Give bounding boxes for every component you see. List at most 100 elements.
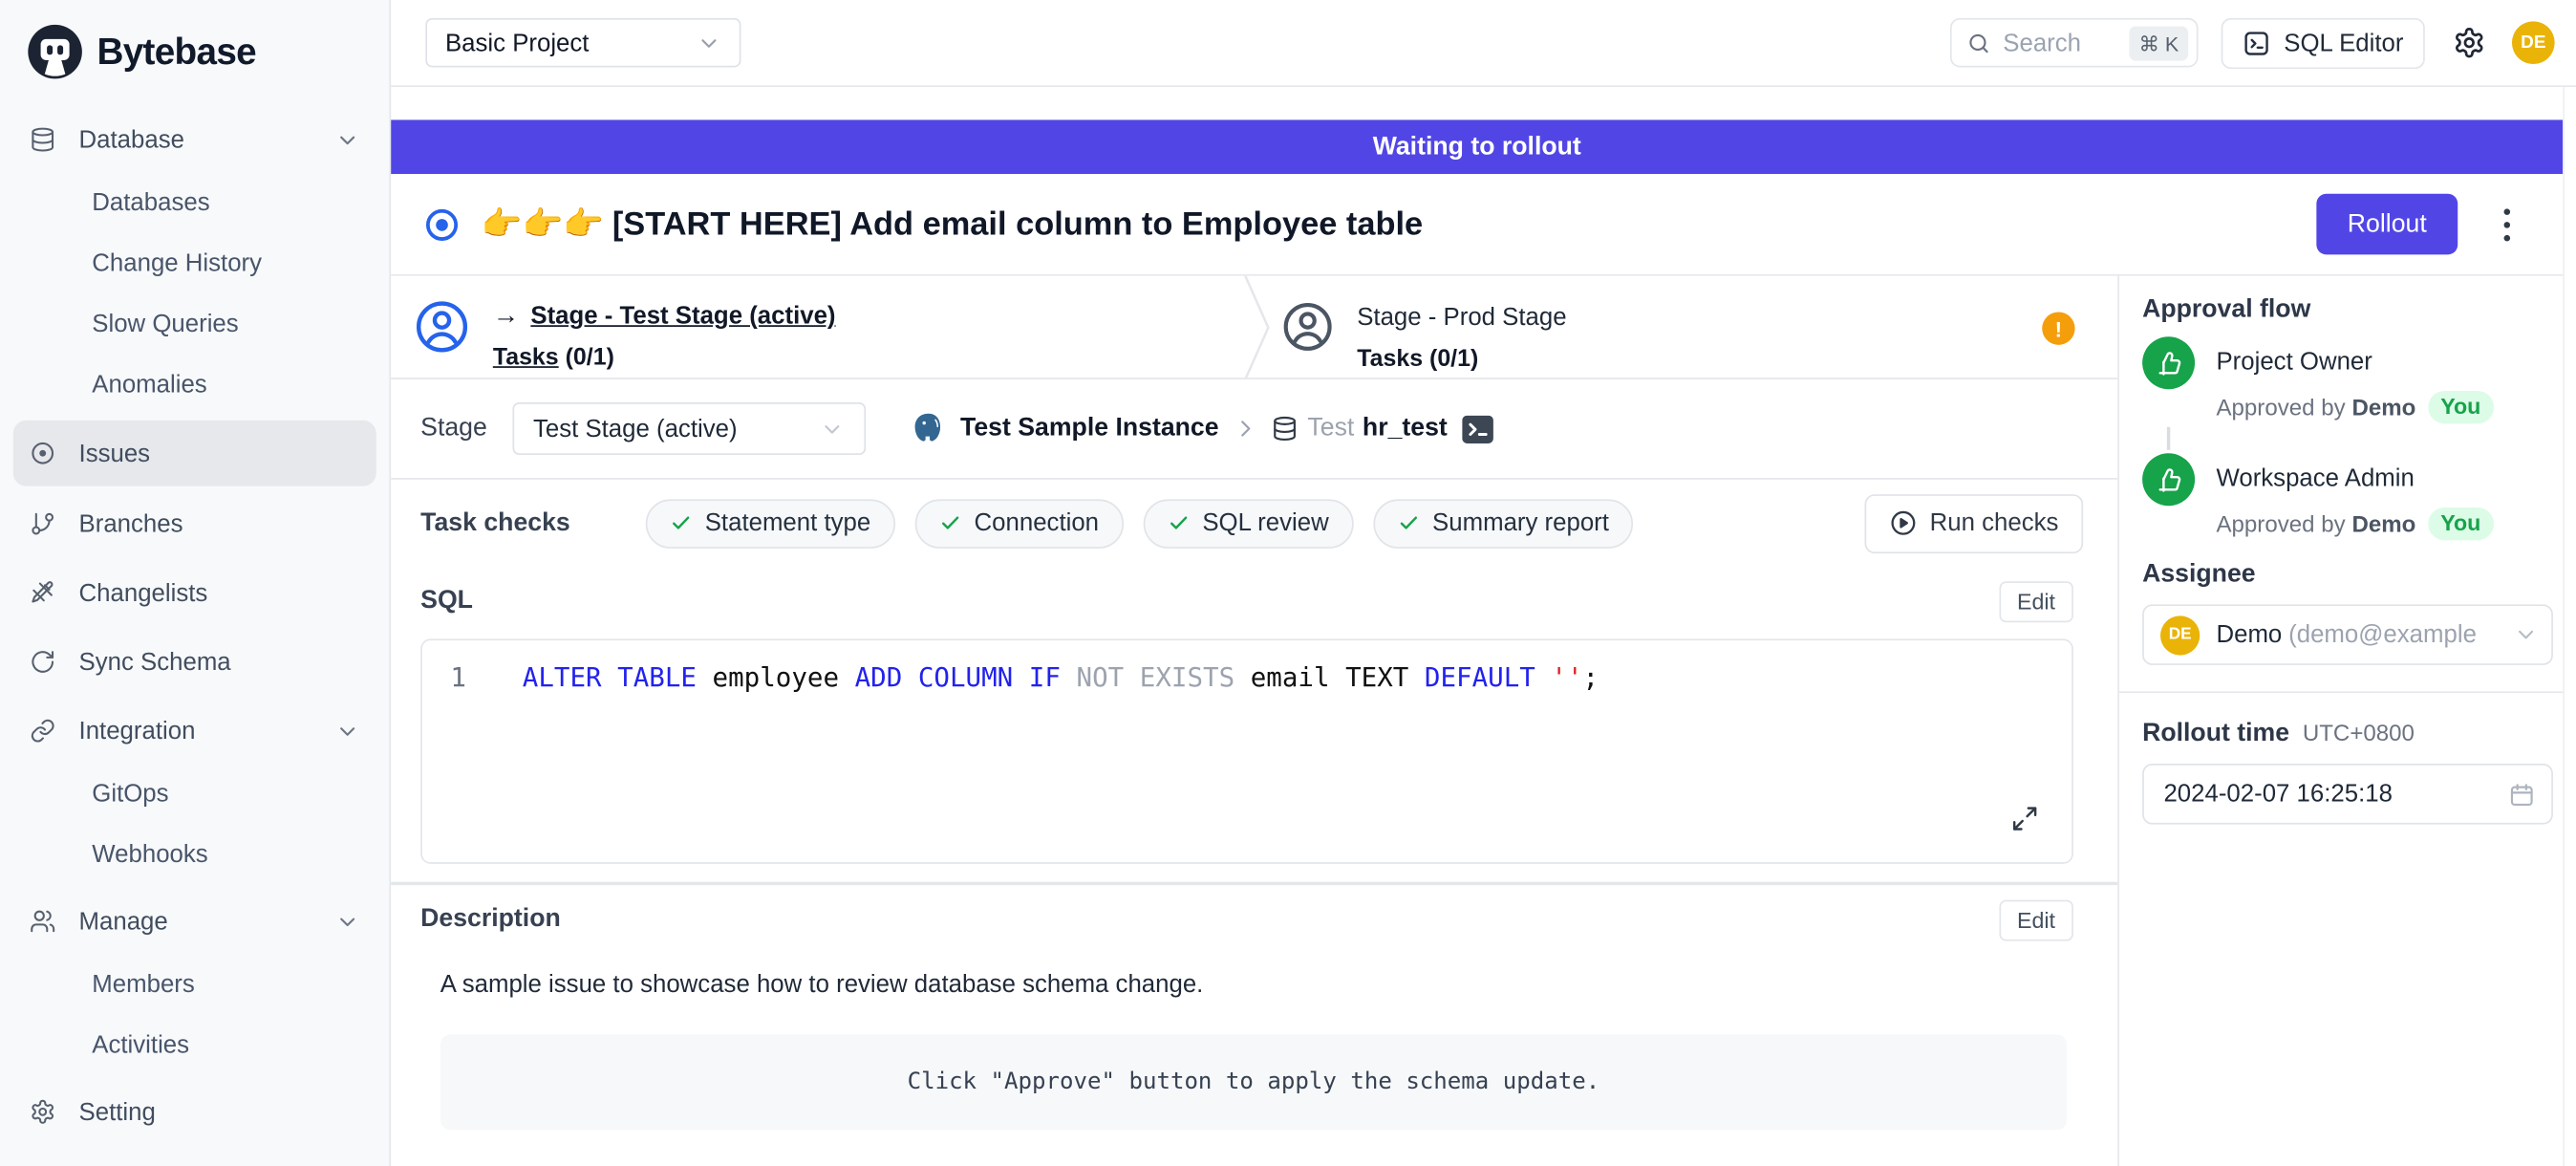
section-divider: [391, 882, 2117, 885]
chevron-down-icon: [335, 909, 360, 934]
chevron-down-icon: [819, 417, 844, 442]
you-badge: You: [2427, 507, 2494, 540]
sidebar-item-anomalies[interactable]: Anomalies: [13, 355, 376, 416]
sidebar-item-setting[interactable]: Setting: [13, 1079, 376, 1145]
gear-icon: [30, 1099, 56, 1125]
sidebar-item-label: Anomalies: [92, 371, 206, 399]
sql-heading: SQL: [420, 586, 473, 615]
circle-dot-icon: [30, 441, 56, 466]
status-banner: Waiting to rollout: [391, 119, 2563, 174]
description-edit-button[interactable]: Edit: [1999, 900, 2073, 941]
rollout-time-input[interactable]: 2024-02-07 16:25:18: [2142, 764, 2553, 825]
assignee-select[interactable]: DE Demo (demo@example: [2142, 604, 2553, 665]
issue-header: 👉👉👉[START HERE] Add email column to Empl…: [391, 174, 2563, 276]
issue-status-icon: [424, 206, 461, 243]
approval-flow-heading: Approval flow: [2142, 295, 2310, 325]
settings-gear-icon[interactable]: [2453, 26, 2485, 58]
database-name[interactable]: hr_test: [1363, 414, 1448, 443]
approval-status: Approved byDemoYou: [2216, 391, 2494, 423]
sidebar-item-databases[interactable]: Databases: [13, 172, 376, 233]
task-check-label: SQL review: [1202, 509, 1328, 537]
sidebar-item-webhooks[interactable]: Webhooks: [13, 825, 376, 886]
sidebar-item-integration[interactable]: Integration: [13, 698, 376, 764]
description-heading: Description: [420, 905, 561, 935]
instance-name[interactable]: Test Sample Instance: [960, 414, 1219, 443]
link-icon: [30, 718, 56, 744]
sidebar-item-sync-schema[interactable]: Sync Schema: [13, 629, 376, 695]
bytebase-logo-icon: [25, 21, 86, 82]
sidebar-item-branches[interactable]: Branches: [13, 491, 376, 557]
sql-editor-button[interactable]: SQL Editor: [2222, 17, 2425, 68]
issue-title: 👉👉👉[START HERE] Add email column to Empl…: [482, 204, 2317, 245]
scrollbar-gutter[interactable]: [2563, 87, 2576, 1166]
database-icon: [30, 126, 56, 152]
sidebar-item-label: GitOps: [92, 780, 168, 808]
sidebar-item-label: Webhooks: [92, 841, 207, 869]
panel-divider: [2119, 691, 2563, 693]
task-check-pill-sql-review[interactable]: SQL review: [1143, 499, 1353, 549]
task-check-label: Statement type: [705, 509, 870, 537]
sidebar-item-label: Sync Schema: [79, 648, 231, 676]
bytebase-app: Bytebase DatabaseDatabases Change History…: [0, 0, 2576, 1166]
git-branch-icon: [30, 510, 56, 536]
project-select[interactable]: Basic Project: [425, 18, 741, 68]
sidebar-item-changelists[interactable]: Changelists: [13, 560, 376, 626]
sidebar-item-change-history[interactable]: Change History: [13, 233, 376, 294]
user-avatar[interactable]: DE: [2512, 21, 2555, 64]
current-stage-arrow: →: [493, 300, 520, 333]
expand-icon[interactable]: [2011, 805, 2039, 832]
chevron-right-icon: [1234, 417, 1256, 440]
sql-edit-button[interactable]: Edit: [1999, 581, 2073, 622]
issue-sidebar: Approval flow Project Owner Approved byDe…: [2117, 276, 2563, 1166]
sidebar-item-slow-queries[interactable]: Slow Queries: [13, 294, 376, 356]
step-connector: [2167, 427, 2170, 450]
task-checks-row: Task checks Statement typeConnectionSQL …: [391, 478, 2117, 567]
stage-name: Stage - Prod Stage: [1357, 302, 1566, 335]
thumbs-up-icon: [2142, 336, 2195, 389]
sidebar-item-issues[interactable]: Issues: [13, 421, 376, 486]
approval-step-workspace-admin: Workspace AdminApproved byDemoYou: [2119, 453, 2563, 540]
stage-test[interactable]: → Stage - Test Stage (active) Tasks (0/1…: [414, 299, 835, 373]
tasks-link[interactable]: Tasks: [493, 345, 559, 371]
sidebar-item-manage[interactable]: Manage: [13, 889, 376, 955]
sidebar-item-database[interactable]: Database: [13, 107, 376, 173]
approval-role: Project Owner: [2216, 341, 2494, 384]
stage-prod[interactable]: Stage - Prod Stage Tasks (0/1): [1281, 300, 1566, 374]
stage-timeline: → Stage - Test Stage (active) Tasks (0/1…: [391, 276, 2117, 379]
task-check-pill-connection[interactable]: Connection: [915, 499, 1124, 549]
open-in-sql-editor-icon[interactable]: [1462, 415, 1493, 443]
search-input[interactable]: Search ⌘ K: [1950, 18, 2199, 68]
sidebar-item-members[interactable]: Members: [13, 954, 376, 1015]
check-icon: [671, 512, 692, 533]
calendar-icon: [2509, 781, 2536, 807]
user-circle-icon: [1281, 300, 1334, 353]
rollout-button[interactable]: Rollout: [2316, 194, 2458, 255]
stage-warning-badge: !: [2042, 312, 2074, 344]
sidebar-item-activities[interactable]: Activities: [13, 1015, 376, 1076]
sql-statement: ALTER TABLE employee ADD COLUMN IF NOT E…: [523, 659, 1599, 698]
kebab-menu-icon[interactable]: [2497, 205, 2517, 244]
run-checks-button[interactable]: Run checks: [1864, 493, 2083, 552]
stage-divider: [1244, 276, 1271, 379]
approval-step-project-owner: Project Owner Approved byDemoYou: [2119, 336, 2563, 423]
project-select-value: Basic Project: [445, 29, 590, 56]
approval-steps: Project Owner Approved byDemoYou Workspace…: [2119, 336, 2563, 540]
timezone-label: UTC+0800: [2303, 720, 2415, 745]
sidebar-item-label: Changelists: [79, 579, 208, 607]
topbar: Basic Project Search ⌘ K SQL E: [391, 0, 2576, 87]
check-icon: [939, 512, 960, 533]
stage-selector-row: Stage Test Stage (active) Test Sample In…: [391, 379, 2117, 478]
brand-logo[interactable]: Bytebase: [0, 0, 389, 97]
run-checks-label: Run checks: [1930, 509, 2059, 537]
task-check-pill-summary-report[interactable]: Summary report: [1373, 499, 1634, 549]
sidebar-item-label: Change History: [92, 249, 262, 277]
sql-editor-label: SQL Editor: [2284, 29, 2403, 56]
assignee-email: (demo@example: [2288, 621, 2514, 649]
stage-select[interactable]: Test Stage (active): [512, 402, 866, 455]
sidebar-item-gitops[interactable]: GitOps: [13, 764, 376, 825]
task-check-label: Connection: [975, 509, 1099, 537]
sidebar-item-label: Integration: [79, 717, 196, 745]
stage-select-value: Test Stage (active): [533, 415, 738, 443]
sql-editor-readonly[interactable]: 1 ALTER TABLE employee ADD COLUMN IF NOT…: [420, 638, 2073, 863]
task-check-pill-statement-type[interactable]: Statement type: [646, 499, 895, 549]
